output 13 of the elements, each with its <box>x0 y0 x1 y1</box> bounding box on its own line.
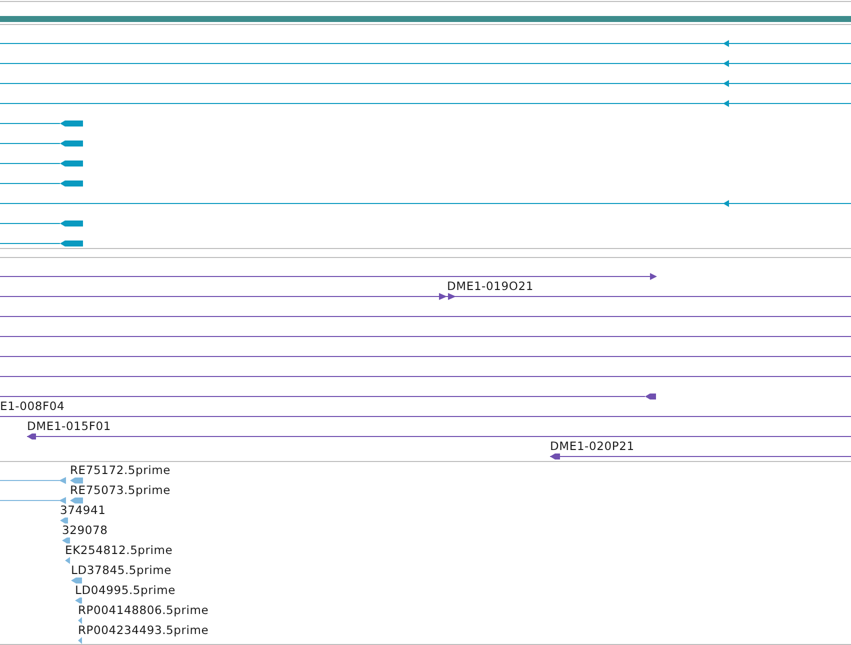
feature-label: RE75073.5prime <box>70 483 171 497</box>
feature-label: DME1-019O21 <box>447 279 534 293</box>
feature-label: 329078 <box>62 523 108 537</box>
feature-label: RP004234493.5prime <box>78 623 209 637</box>
feature-label: DME1-015F01 <box>27 419 112 433</box>
feature-label: EK254812.5prime <box>65 543 173 557</box>
feature-label: RE75172.5prime <box>70 463 171 477</box>
feature-label: DME1-020P21 <box>550 439 634 453</box>
feature-label: LD37845.5prime <box>71 563 172 577</box>
feature-label: E1-008F04 <box>0 399 65 413</box>
feature-label: 374941 <box>60 503 106 517</box>
feature-label: LD04995.5prime <box>75 583 176 597</box>
feature-label: RP004148806.5prime <box>78 603 209 617</box>
